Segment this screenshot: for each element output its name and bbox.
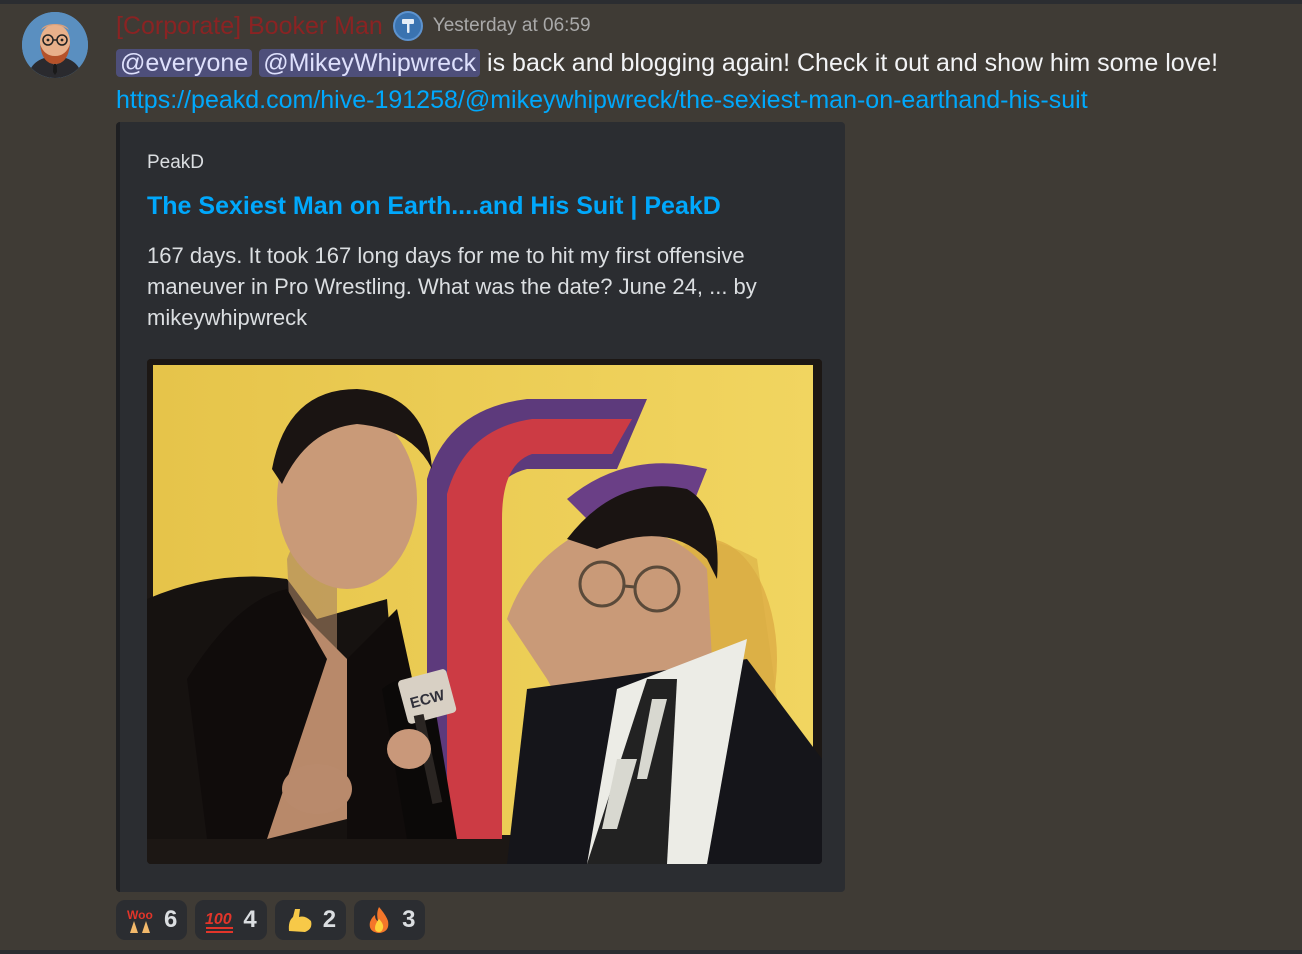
reaction-woo[interactable]: Woo 6 xyxy=(116,900,188,940)
bottom-divider xyxy=(0,950,1302,954)
svg-text:Woo: Woo xyxy=(127,908,153,922)
reactions-bar: Woo 6 100 4 2 3 xyxy=(116,900,426,940)
message-text: is back and blogging again! Check it out… xyxy=(480,49,1219,77)
woo-emoji: Woo xyxy=(126,905,156,935)
reaction-hundred[interactable]: 100 4 xyxy=(195,900,267,940)
mention-user[interactable]: @MikeyWhipwreck xyxy=(259,49,481,77)
avatar-image xyxy=(22,12,88,78)
reaction-count: 3 xyxy=(402,906,416,933)
hundred-points-emoji: 100 xyxy=(205,905,235,935)
reaction-count: 6 xyxy=(164,906,178,933)
embed-title[interactable]: The Sexiest Man on Earth....and His Suit… xyxy=(147,192,721,221)
mention-everyone[interactable]: @everyone xyxy=(116,49,253,77)
link-embed: PeakD The Sexiest Man on Earth....and Hi… xyxy=(116,122,845,892)
fire-emoji xyxy=(364,905,394,935)
message-header: [Corporate] Booker Man Yesterday at 06:5… xyxy=(116,10,591,42)
embed-image[interactable]: ECW xyxy=(147,359,822,864)
username[interactable]: [Corporate] Booker Man xyxy=(116,12,383,41)
hammer-icon[interactable] xyxy=(392,11,423,41)
flexed-biceps-emoji xyxy=(285,905,315,935)
svg-text:100: 100 xyxy=(205,911,232,928)
top-divider xyxy=(0,0,1302,4)
embed-description: 167 days. It took 167 long days for me t… xyxy=(147,243,757,330)
reaction-flex[interactable]: 2 xyxy=(274,900,347,940)
reaction-count: 4 xyxy=(243,906,257,933)
message-link[interactable]: https://peakd.com/hive-191258/@mikeywhip… xyxy=(116,83,1088,117)
reaction-fire[interactable]: 3 xyxy=(354,900,426,940)
message-content: @everyone @MikeyWhipwreck is back and bl… xyxy=(116,44,1218,82)
timestamp[interactable]: Yesterday at 06:59 xyxy=(433,15,591,37)
avatar[interactable] xyxy=(22,12,88,78)
reaction-count: 2 xyxy=(322,906,337,933)
embed-provider[interactable]: PeakD xyxy=(147,152,204,174)
